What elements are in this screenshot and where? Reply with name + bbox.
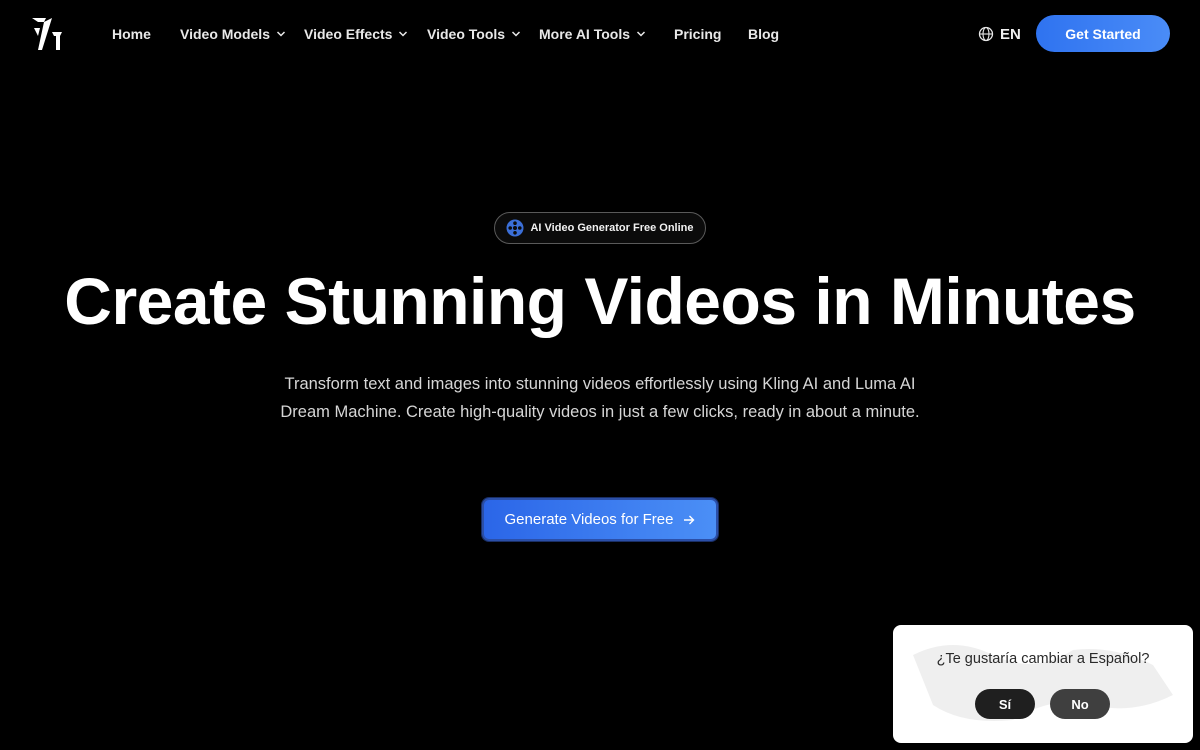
chevron-down-icon [512, 31, 521, 37]
language-switch-no-button[interactable]: No [1050, 689, 1110, 719]
hero-title: Create Stunning Videos in Minutes [64, 264, 1136, 338]
chevron-down-icon [276, 31, 286, 37]
film-reel-icon [506, 219, 524, 237]
language-selector[interactable]: EN [978, 24, 1021, 44]
language-switch-popup: ¿Te gustaría cambiar a Español? Sí No [893, 625, 1193, 743]
world-map-decoration [913, 645, 1173, 721]
nav-video-effects-label: Video Effects [304, 26, 393, 42]
nav-video-tools-label: Video Tools [427, 26, 506, 42]
get-started-button[interactable]: Get Started [1036, 15, 1170, 52]
chevron-down-icon [399, 31, 408, 37]
nav-video-effects[interactable]: Video Effects [304, 24, 408, 44]
generate-videos-label: Generate Videos for Free [504, 511, 674, 528]
nav-pricing-label: Pricing [674, 26, 722, 42]
hero-subtitle: Transform text and images into stunning … [280, 375, 920, 421]
hero-badge-label: AI Video Generator Free Online [530, 222, 694, 234]
chevron-down-icon [636, 31, 646, 37]
nav-home[interactable]: Home [112, 24, 151, 44]
nav-blog[interactable]: Blog [748, 24, 779, 44]
generate-videos-button[interactable]: Generate Videos for Free [482, 498, 718, 541]
main-nav: Home Video Models Video Effects Video To… [0, 0, 800, 68]
nav-video-models-label: Video Models [180, 26, 270, 42]
language-code: EN [1000, 25, 1021, 43]
site-header: Home Video Models Video Effects Video To… [0, 0, 1200, 68]
nav-pricing[interactable]: Pricing [674, 24, 721, 44]
language-switch-yes-button[interactable]: Sí [975, 689, 1035, 719]
nav-home-label: Home [112, 26, 151, 42]
globe-icon [978, 26, 994, 42]
nav-video-models[interactable]: Video Models [180, 24, 286, 44]
page: Home Video Models Video Effects Video To… [0, 0, 1200, 750]
nav-blog-label: Blog [748, 26, 780, 42]
hero-badge: AI Video Generator Free Online [494, 212, 706, 244]
nav-video-tools[interactable]: Video Tools [427, 24, 521, 44]
nav-more-ai-tools-label: More AI Tools [539, 26, 630, 42]
nav-more-ai-tools[interactable]: More AI Tools [539, 24, 646, 44]
arrow-right-icon [684, 515, 695, 524]
language-switch-question: ¿Te gustaría cambiar a Español? [936, 651, 1150, 667]
